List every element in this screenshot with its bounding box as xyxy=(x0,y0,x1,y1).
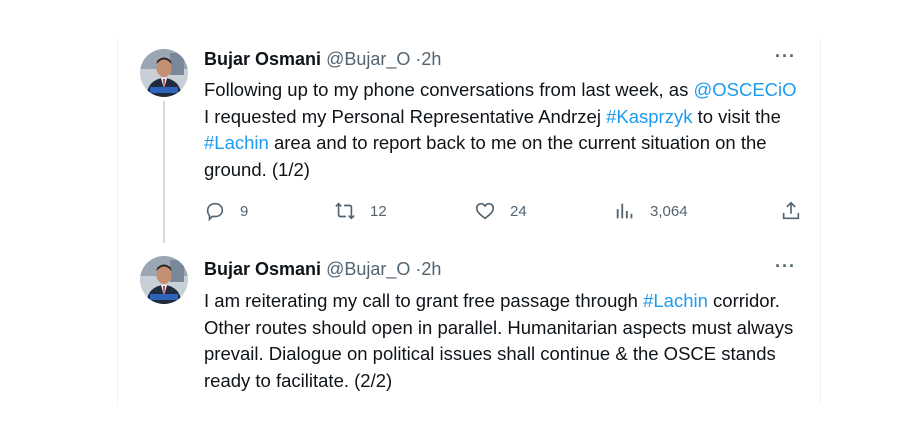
mention-link[interactable]: @OSCECiO xyxy=(693,79,796,100)
reply-count: 9 xyxy=(240,202,249,220)
tweet-header: Bujar Osmani @Bujar_O ·2h xyxy=(204,258,441,280)
tweet-text-segment: to visit the xyxy=(692,105,781,127)
reply-icon xyxy=(206,202,224,222)
more-icon[interactable]: ··· xyxy=(775,46,796,67)
author-name[interactable]: Bujar Osmani xyxy=(204,49,321,69)
share-icon xyxy=(782,201,800,220)
views-icon xyxy=(616,203,633,219)
tweet-thread: Bujar Osmani @Bujar_O ·2h ··· Following … xyxy=(117,38,821,404)
like-count: 24 xyxy=(510,202,527,220)
avatar[interactable] xyxy=(140,256,188,304)
hashtag-link[interactable]: #Kasprzyk xyxy=(606,106,692,127)
views-count: 3,064 xyxy=(650,202,688,220)
more-icon[interactable]: ··· xyxy=(775,256,796,277)
tweet[interactable]: Bujar Osmani @Bujar_O ·2h ··· Following … xyxy=(118,38,820,243)
timestamp[interactable]: 2h xyxy=(421,259,441,279)
retweet-icon xyxy=(335,202,355,220)
share-button[interactable] xyxy=(780,196,802,226)
like-icon xyxy=(475,202,495,220)
tweet-header: Bujar Osmani @Bujar_O ·2h xyxy=(204,48,441,70)
tweet-text-segment: area and to report back to me on the cur… xyxy=(204,132,767,180)
views-button[interactable]: 3,064 xyxy=(614,196,688,226)
tweet-text: Following up to my phone conversations f… xyxy=(204,77,804,183)
author-handle[interactable]: @Bujar_O xyxy=(326,259,410,279)
tweet[interactable]: Bujar Osmani @Bujar_O ·2h ··· I am reite… xyxy=(118,243,820,404)
timestamp[interactable]: 2h xyxy=(421,49,441,69)
thread-connector-line xyxy=(163,101,165,243)
avatar[interactable] xyxy=(140,49,188,97)
hashtag-link[interactable]: #Lachin xyxy=(643,290,708,311)
retweet-count: 12 xyxy=(370,202,387,220)
tweet-text-segment: Following up to my phone conversations f… xyxy=(204,79,694,100)
author-handle[interactable]: @Bujar_O xyxy=(326,49,410,69)
hashtag-link[interactable]: #Lachin xyxy=(204,132,269,153)
retweet-button[interactable]: 12 xyxy=(334,196,387,226)
reply-button[interactable]: 9 xyxy=(204,196,248,226)
author-name[interactable]: Bujar Osmani xyxy=(204,259,321,279)
tweet-text-segment: I am reiterating my call to grant free p… xyxy=(204,290,644,311)
action-bar: 9 12 24 3,064 xyxy=(204,196,804,226)
like-button[interactable]: 24 xyxy=(474,196,527,226)
tweet-text: I am reiterating my call to grant free p… xyxy=(204,288,804,394)
tweet-text-segment: I requested my Personal Representative A… xyxy=(204,105,607,127)
